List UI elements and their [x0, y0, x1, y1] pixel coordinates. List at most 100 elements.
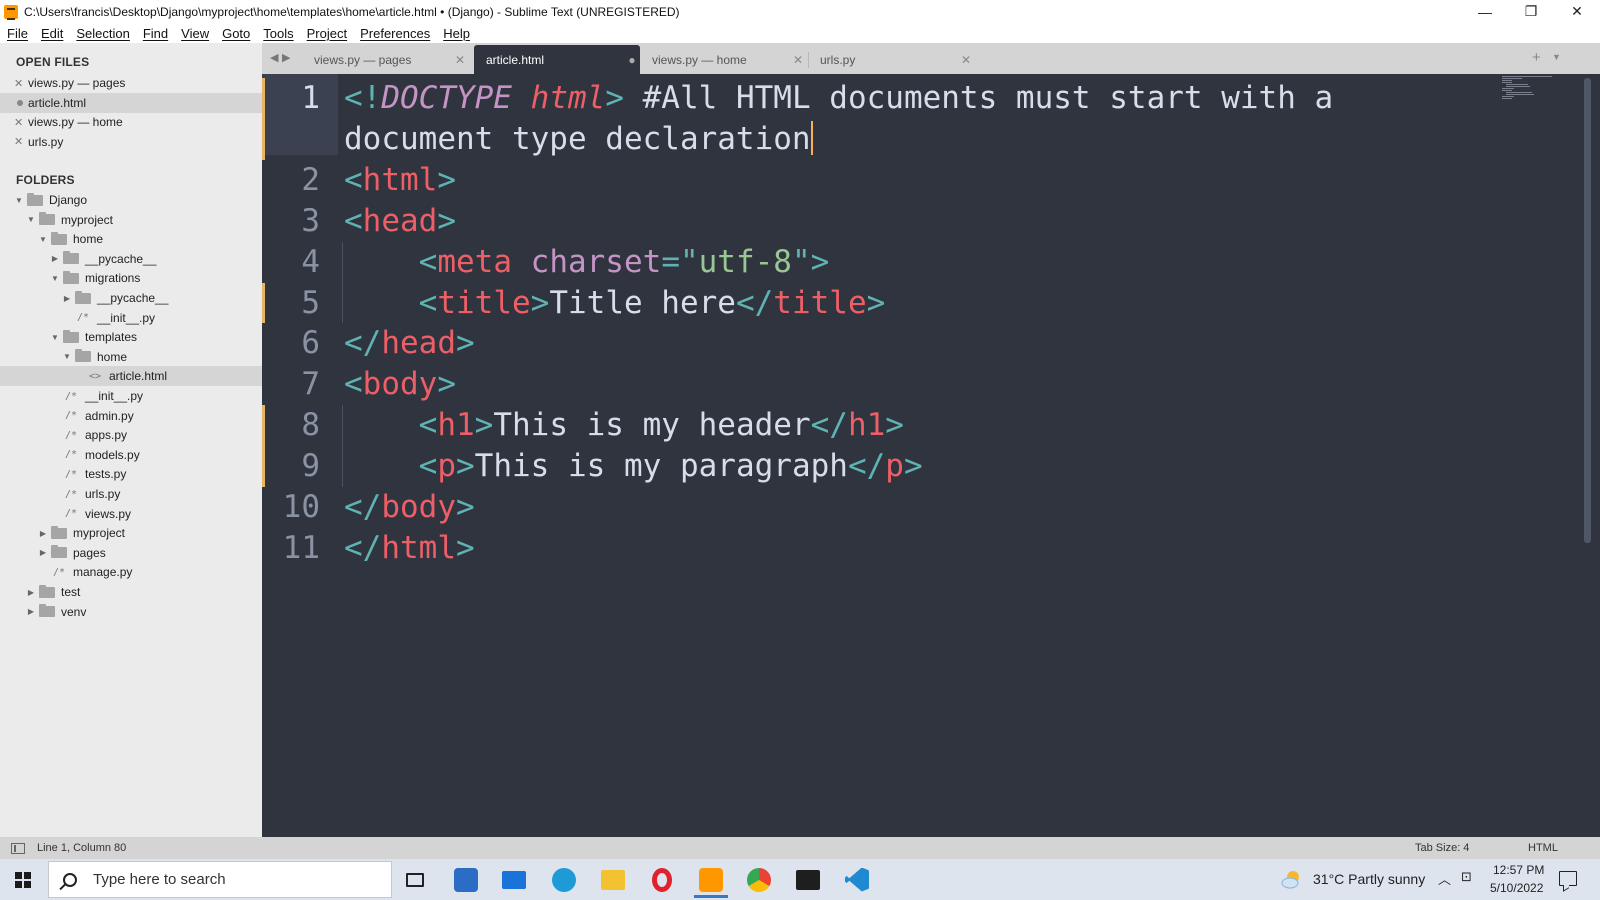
expand-arrow-icon[interactable]: ▶	[26, 607, 36, 616]
open-file-item[interactable]: ✕ views.py — pages	[0, 73, 262, 93]
file-item[interactable]: /* models.py	[0, 445, 262, 465]
clock-date[interactable]: 5/10/2022	[1490, 881, 1543, 895]
close-icon[interactable]: ✕	[14, 135, 28, 148]
tab-close-icon[interactable]: ✕	[452, 53, 468, 67]
close-icon[interactable]: ✕	[14, 116, 28, 129]
collapse-arrow-icon[interactable]: ▼	[38, 235, 48, 244]
tab-next-icon[interactable]: ▶	[282, 51, 290, 64]
tray-chevron-icon[interactable]: ︿	[1438, 869, 1451, 888]
open-file-label: views.py — home	[28, 115, 123, 129]
new-tab-icon[interactable]: +	[1532, 49, 1541, 66]
code-line: <title>Title here</title>	[344, 283, 886, 323]
weather-status[interactable]: 31°C Partly sunny	[1313, 871, 1425, 887]
modified-dot-icon[interactable]: ●	[624, 53, 640, 67]
close-icon[interactable]: ✕	[14, 77, 28, 90]
collapse-arrow-icon[interactable]: ▼	[50, 333, 60, 342]
folder-item[interactable]: ▼ migrations	[0, 268, 262, 288]
code-token-punct: >	[456, 448, 475, 485]
open-file-item[interactable]: ✕ urls.py	[0, 132, 262, 152]
folder-item[interactable]: ▼ Django	[0, 190, 262, 210]
syntax-selector[interactable]: HTML	[1528, 842, 1558, 854]
open-file-item[interactable]: ✕ views.py — home	[0, 112, 262, 132]
edge-taskbar-button[interactable]	[541, 861, 587, 898]
expand-arrow-icon[interactable]: ▶	[62, 294, 72, 303]
taskbar-search-box[interactable]: Type here to search	[48, 861, 392, 898]
panel-toggle-icon[interactable]	[11, 842, 25, 854]
tab-list-dropdown-icon[interactable]: ▼	[1552, 52, 1561, 62]
collapse-arrow-icon[interactable]: ▼	[62, 352, 72, 361]
file-item[interactable]: /* urls.py	[0, 484, 262, 504]
folder-item[interactable]: ▼ home	[0, 229, 262, 249]
tab-urls-py[interactable]: urls.py ✕	[808, 45, 974, 74]
close-window-button[interactable]: ✕	[1554, 0, 1600, 23]
notification-center-icon[interactable]	[1559, 871, 1577, 886]
collapse-arrow-icon[interactable]: ▼	[14, 196, 24, 205]
menu-view[interactable]: View	[181, 26, 209, 41]
expand-arrow-icon[interactable]: ▶	[38, 548, 48, 557]
task-view-taskbar-button[interactable]	[392, 861, 438, 898]
tab-prev-icon[interactable]: ◀	[270, 51, 278, 64]
folder-item[interactable]: ▶ myproject	[0, 523, 262, 543]
folder-item[interactable]: ▼ templates	[0, 327, 262, 347]
file-explorer-taskbar-button[interactable]	[590, 861, 636, 898]
file-item[interactable]: /* manage.py	[0, 562, 262, 582]
file-item[interactable]: /* __init__.py	[0, 386, 262, 406]
mail-taskbar-button[interactable]	[491, 861, 537, 898]
tab-views-py-home[interactable]: views.py — home ✕	[640, 45, 806, 74]
minimize-button[interactable]: —	[1462, 0, 1508, 23]
expand-arrow-icon[interactable]: ▶	[50, 254, 60, 263]
vertical-scrollbar[interactable]	[1584, 78, 1591, 543]
expand-arrow-icon[interactable]: ▶	[26, 588, 36, 597]
folder-item[interactable]: ▼ home	[0, 347, 262, 367]
tab-close-icon[interactable]: ✕	[958, 53, 974, 67]
start-button[interactable]	[0, 859, 46, 900]
code-token-punct: <	[344, 161, 363, 198]
folder-item[interactable]: ▶ test	[0, 582, 262, 602]
menu-find[interactable]: Find	[143, 26, 168, 41]
menu-edit[interactable]: Edit	[41, 26, 63, 41]
folder-item[interactable]: ▶ __pycache__	[0, 249, 262, 269]
folder-item[interactable]: ▶ __pycache__	[0, 288, 262, 308]
tree-item-label: tests.py	[85, 467, 127, 482]
terminal-taskbar-button[interactable]	[785, 861, 831, 898]
folder-item[interactable]: ▼ myproject	[0, 210, 262, 230]
tab-size-selector[interactable]: Tab Size: 4	[1415, 842, 1469, 854]
python-file-icon: /*	[64, 449, 78, 461]
indent-guide	[342, 241, 343, 324]
open-file-item[interactable]: article.html	[0, 92, 262, 113]
code-editor[interactable]: 1 2 3 4 5 6 7 8 9 10 11 <!DOCTYPE html> #All HTML …	[262, 74, 1600, 837]
microsoft-store-taskbar-button[interactable]	[443, 861, 489, 898]
file-item[interactable]: /* views.py	[0, 504, 262, 524]
opera-taskbar-button[interactable]	[639, 861, 685, 898]
menu-preferences[interactable]: Preferences	[360, 26, 430, 41]
microsoft-store-icon	[454, 867, 478, 892]
restore-button[interactable]: ❐	[1508, 0, 1554, 23]
file-item[interactable]: /* tests.py	[0, 464, 262, 484]
tab-article-html[interactable]: article.html ●	[474, 45, 640, 74]
menu-tools[interactable]: Tools	[263, 26, 293, 41]
file-item[interactable]: /* admin.py	[0, 406, 262, 426]
collapse-arrow-icon[interactable]: ▼	[50, 274, 60, 283]
menu-selection[interactable]: Selection	[76, 26, 129, 41]
menu-file[interactable]: File	[7, 26, 28, 41]
modified-dot-icon[interactable]	[14, 97, 28, 109]
minimap[interactable]	[1502, 76, 1558, 102]
network-icon[interactable]: ⊡	[1461, 869, 1472, 885]
file-item[interactable]: /* apps.py	[0, 425, 262, 445]
tab-views-py-pages[interactable]: views.py — pages ✕	[302, 45, 468, 74]
expand-arrow-icon[interactable]: ▶	[38, 529, 48, 538]
vscode-taskbar-button[interactable]	[834, 861, 880, 898]
menu-project[interactable]: Project	[307, 26, 347, 41]
clock-time[interactable]: 12:57 PM	[1493, 863, 1544, 877]
file-item[interactable]: <> article.html	[0, 366, 262, 387]
folder-item[interactable]: ▶ pages	[0, 543, 262, 563]
menu-help[interactable]: Help	[443, 26, 470, 41]
tab-close-icon[interactable]: ✕	[790, 53, 806, 67]
sublime-text-taskbar-button[interactable]	[688, 861, 734, 898]
menu-goto[interactable]: Goto	[222, 26, 250, 41]
collapse-arrow-icon[interactable]: ▼	[26, 215, 36, 224]
python-file-icon: /*	[64, 429, 78, 441]
chrome-taskbar-button[interactable]	[736, 861, 782, 898]
folder-item[interactable]: ▶ venv	[0, 602, 262, 622]
file-item[interactable]: /* __init__.py	[0, 308, 262, 328]
